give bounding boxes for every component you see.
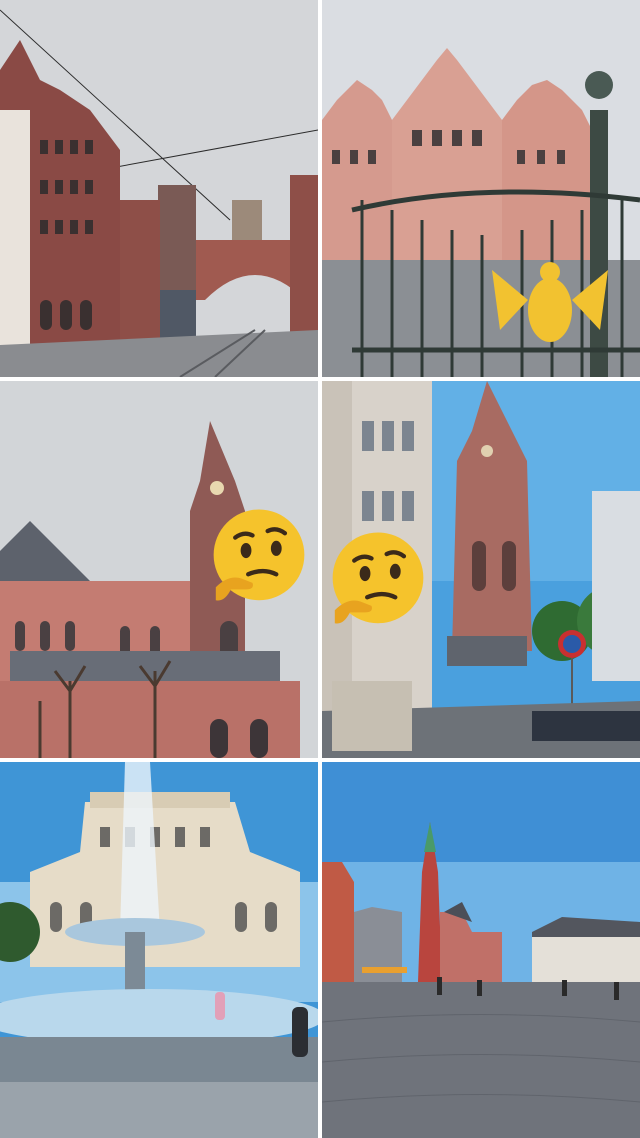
photo-roemer-facade [322,0,640,377]
photo-cathedral-side [0,381,318,758]
thinking-face-emoji [324,526,432,634]
photo-collage [0,0,640,1138]
photo-roemerberg-square [322,762,640,1138]
photo-alte-oper-fountain [0,762,318,1138]
photo-roemer-bridge [0,0,318,377]
photo-cathedral-street [322,381,640,758]
thinking-face-emoji [205,503,313,611]
